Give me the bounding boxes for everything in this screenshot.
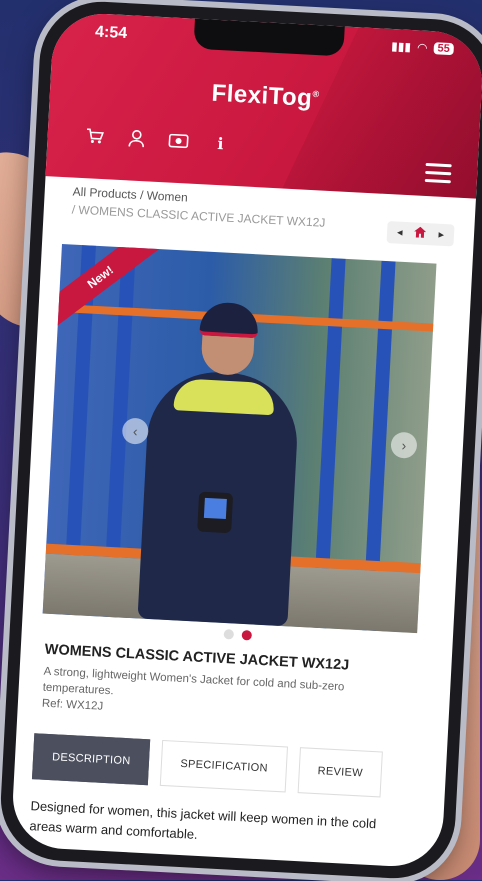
breadcrumb-all-products[interactable]: All Products — [72, 185, 137, 202]
wifi-icon: ◠ — [416, 40, 428, 55]
cart-icon[interactable] — [83, 125, 106, 148]
tab-review[interactable]: REVIEW — [297, 747, 384, 798]
breadcrumb-women[interactable]: Women — [146, 188, 188, 204]
next-product-button[interactable]: ▸ — [438, 228, 444, 242]
description-text: Designed for women, this jacket will kee… — [29, 798, 377, 842]
info-icon[interactable]: i — [209, 132, 232, 155]
phone-screen: 4:54 ▮▮▮ ◠ 55 FlexiTog® i All Products /… — [10, 11, 482, 869]
product-tabs: DESCRIPTION SPECIFICATION REVIEW — [31, 733, 384, 798]
carousel-next-button[interactable]: › — [390, 431, 418, 459]
carousel-prev-button[interactable]: ‹ — [121, 417, 149, 445]
header-toolbar: i — [83, 125, 232, 155]
user-icon[interactable] — [125, 127, 148, 150]
tab-description[interactable]: DESCRIPTION — [31, 733, 151, 786]
menu-icon[interactable] — [424, 162, 452, 188]
product-image[interactable]: New! ‹ › — [42, 244, 437, 634]
status-time: 4:54 — [94, 23, 128, 43]
product-ref: Ref: WX12J — [41, 697, 104, 713]
home-icon[interactable] — [414, 226, 427, 241]
currency-icon[interactable] — [167, 129, 190, 152]
tab-specification[interactable]: SPECIFICATION — [160, 739, 288, 793]
prev-product-button[interactable]: ◂ — [397, 226, 403, 240]
carousel-dot-2[interactable] — [241, 629, 252, 641]
product-nav: ◂ ▸ — [386, 221, 455, 247]
carousel-dot-1[interactable] — [223, 629, 234, 640]
signal-icon: ▮▮▮ — [390, 38, 412, 55]
breadcrumb: All Products / Women / WOMENS CLASSIC AC… — [71, 184, 326, 230]
battery-icon: 55 — [433, 42, 455, 56]
new-badge: New! — [42, 244, 165, 330]
phone-frame: 4:54 ▮▮▮ ◠ 55 FlexiTog® i All Products /… — [0, 0, 482, 881]
